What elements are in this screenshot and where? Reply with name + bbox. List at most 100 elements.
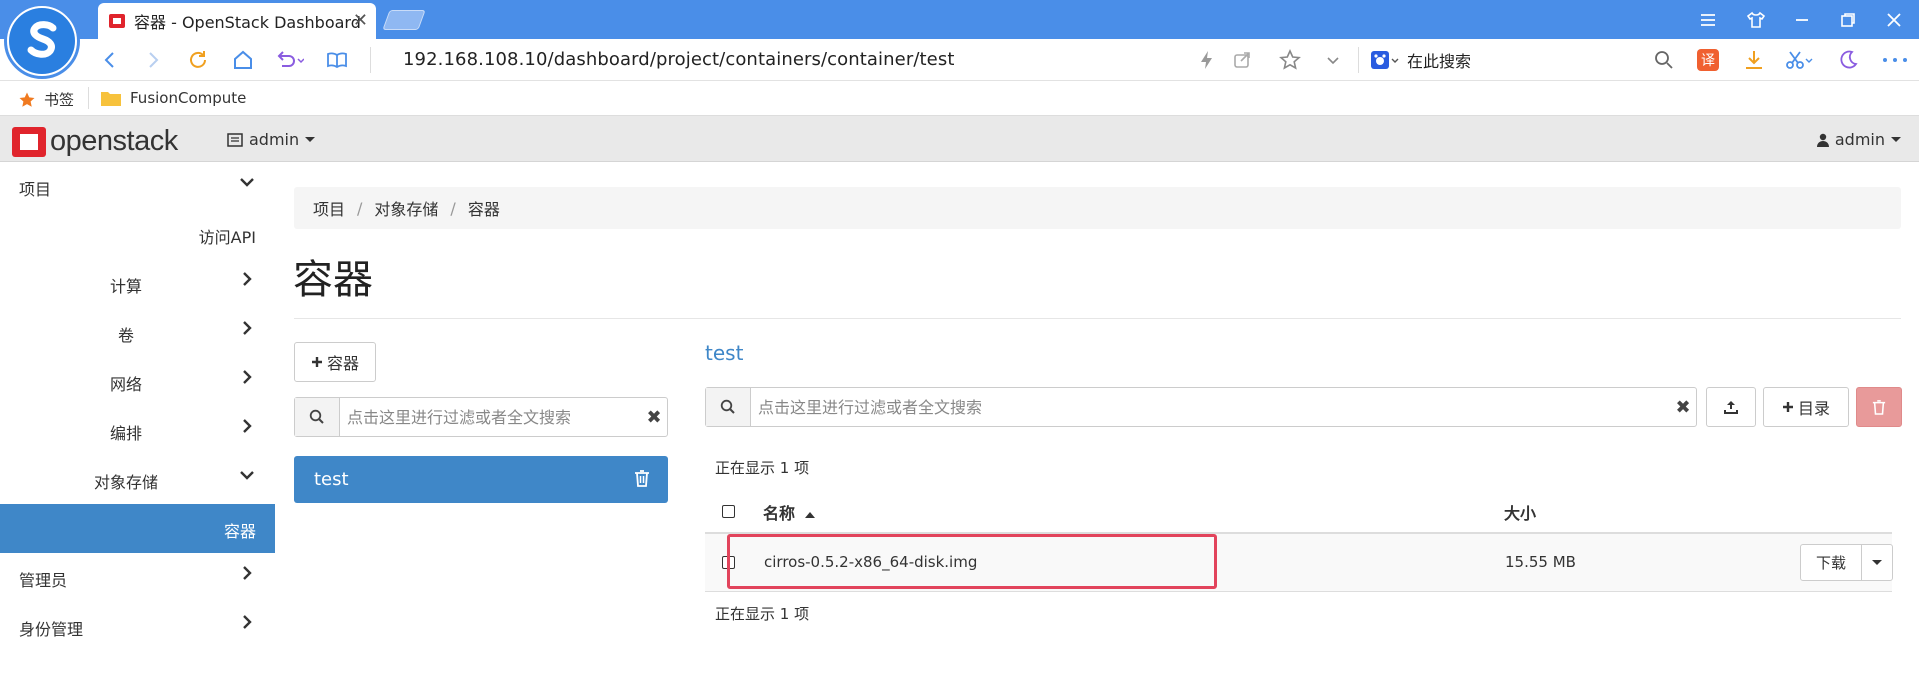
add-container-label: 容器 (326, 354, 359, 373)
refresh-icon[interactable] (186, 48, 210, 72)
sidebar: 项目 访问API 计算 卷 网络 编排 对象存储 容器 管理员 身份管理 (0, 162, 275, 680)
breadcrumb-item: 容器 (467, 200, 500, 219)
forward-icon[interactable] (141, 48, 165, 72)
openstack-logo[interactable]: openstack (12, 125, 178, 158)
objects-table-header: 名称 大小 (705, 490, 1892, 534)
highlight-annotation (727, 534, 1217, 589)
chevron-right-icon (239, 418, 255, 434)
translate-icon[interactable]: 译 (1696, 48, 1720, 72)
sidebar-item-project[interactable]: 项目 (0, 162, 275, 210)
add-folder-button[interactable]: 目录 (1763, 387, 1849, 427)
bookmark-fusioncompute[interactable]: FusionCompute (100, 89, 246, 107)
home-icon[interactable] (231, 48, 255, 72)
search-icon[interactable] (1652, 48, 1676, 72)
object-filter: ✖ (705, 387, 1697, 427)
skin-icon[interactable] (1744, 8, 1768, 32)
screenshot-icon[interactable] (1784, 48, 1813, 72)
undo-icon[interactable] (274, 48, 304, 72)
sidebar-item-label: 计算 (110, 277, 143, 296)
sidebar-item-label: 卷 (118, 326, 135, 345)
breadcrumb: 项目 / 对象存储 / 容器 (294, 187, 1901, 229)
sidebar-item-orchestration[interactable]: 编排 (0, 406, 275, 454)
container-title: test (705, 341, 744, 365)
trash-icon[interactable] (634, 469, 650, 487)
sidebar-item-volumes[interactable]: 卷 (0, 308, 275, 356)
favorite-star-icon[interactable] (1278, 48, 1302, 72)
openstack-topbar: openstack admin admin (0, 116, 1919, 162)
trash-icon (1872, 399, 1886, 415)
user-icon (1816, 133, 1829, 147)
sidebar-item-label: 管理员 (19, 571, 68, 590)
add-container-button[interactable]: 容器 (294, 342, 376, 382)
restore-icon[interactable] (1836, 8, 1860, 32)
breadcrumb-item[interactable]: 项目 (313, 196, 345, 220)
column-header-size[interactable]: 大小 (1504, 500, 1536, 524)
search-icon (706, 388, 751, 426)
openstack-brand: openstack (50, 125, 178, 157)
search-engine-label: 在此搜索 (1407, 52, 1472, 71)
sidebar-item-containers[interactable]: 容器 (0, 504, 275, 553)
download-button-group: 下载 (1800, 544, 1893, 581)
breadcrumb-item[interactable]: 对象存储 (374, 196, 438, 220)
sidebar-item-label: 对象存储 (94, 473, 159, 492)
minimize-icon[interactable] (1790, 8, 1814, 32)
share-icon[interactable] (1230, 48, 1254, 72)
select-all-checkbox[interactable] (722, 505, 735, 518)
address-bar[interactable]: 192.168.108.10/dashboard/project/contain… (403, 49, 954, 70)
clear-icon[interactable]: ✖ (1670, 397, 1696, 418)
object-search-input[interactable] (751, 397, 1670, 417)
clear-icon[interactable]: ✖ (641, 407, 667, 428)
sidebar-item-label: 网络 (110, 375, 143, 394)
delete-selected-button[interactable] (1856, 387, 1902, 427)
row-actions-dropdown[interactable] (1862, 545, 1892, 580)
column-header-name[interactable]: 名称 (763, 500, 815, 524)
chevron-right-icon (239, 271, 255, 287)
upload-icon (1723, 399, 1739, 415)
divider (294, 318, 1901, 319)
add-folder-label: 目录 (1797, 399, 1830, 418)
baidu-icon[interactable] (1371, 50, 1401, 70)
project-selector[interactable]: admin (227, 130, 316, 149)
plus-icon (311, 356, 323, 368)
user-menu[interactable]: admin (1816, 130, 1901, 149)
reader-icon[interactable] (325, 48, 349, 72)
page-title: 容器 (293, 257, 373, 303)
caret-down-icon (305, 137, 316, 142)
search-engine-box[interactable]: 在此搜索 (1371, 48, 1471, 72)
tab-title: 容器 - OpenStack Dashboard (134, 13, 361, 32)
back-icon[interactable] (98, 48, 122, 72)
close-window-icon[interactable] (1882, 8, 1906, 32)
folder-icon (100, 89, 122, 107)
sidebar-item-identity[interactable]: 身份管理 (0, 602, 275, 650)
download-button[interactable]: 下载 (1801, 545, 1862, 580)
sidebar-item-label: 容器 (223, 522, 256, 541)
sidebar-item-label: 项目 (19, 180, 52, 199)
browser-tab-active[interactable]: 容器 - OpenStack Dashboard ✕ (98, 3, 376, 39)
star-icon (18, 91, 36, 109)
sidebar-item-access-api[interactable]: 访问API (0, 210, 275, 258)
caret-down-icon (1872, 560, 1882, 565)
dropdown-chevron-icon[interactable] (1321, 48, 1345, 72)
bookmark-star[interactable]: 书签 (18, 89, 74, 110)
sidebar-item-network[interactable]: 网络 (0, 357, 275, 405)
download-icon[interactable] (1742, 48, 1766, 72)
showing-count-top: 正在显示 1 项 (715, 459, 810, 477)
caret-down-icon (1891, 137, 1901, 142)
project-name: admin (249, 130, 300, 149)
project-icon (227, 132, 243, 147)
tab-close-icon[interactable]: ✕ (353, 10, 368, 31)
chevron-down-icon (239, 174, 255, 190)
container-name: test (314, 469, 349, 490)
night-mode-icon[interactable] (1836, 48, 1860, 72)
container-list-item[interactable]: test (294, 456, 668, 503)
menu-icon[interactable] (1696, 8, 1720, 32)
upload-button[interactable] (1706, 387, 1756, 427)
sort-asc-icon (804, 511, 815, 518)
sidebar-item-admin[interactable]: 管理员 (0, 553, 275, 601)
sidebar-item-compute[interactable]: 计算 (0, 259, 275, 307)
sidebar-item-object-store[interactable]: 对象存储 (0, 455, 275, 503)
new-tab-button[interactable] (382, 10, 426, 30)
more-icon[interactable] (1880, 48, 1907, 72)
lightning-icon[interactable] (1195, 48, 1219, 72)
container-search-input[interactable] (340, 407, 641, 427)
